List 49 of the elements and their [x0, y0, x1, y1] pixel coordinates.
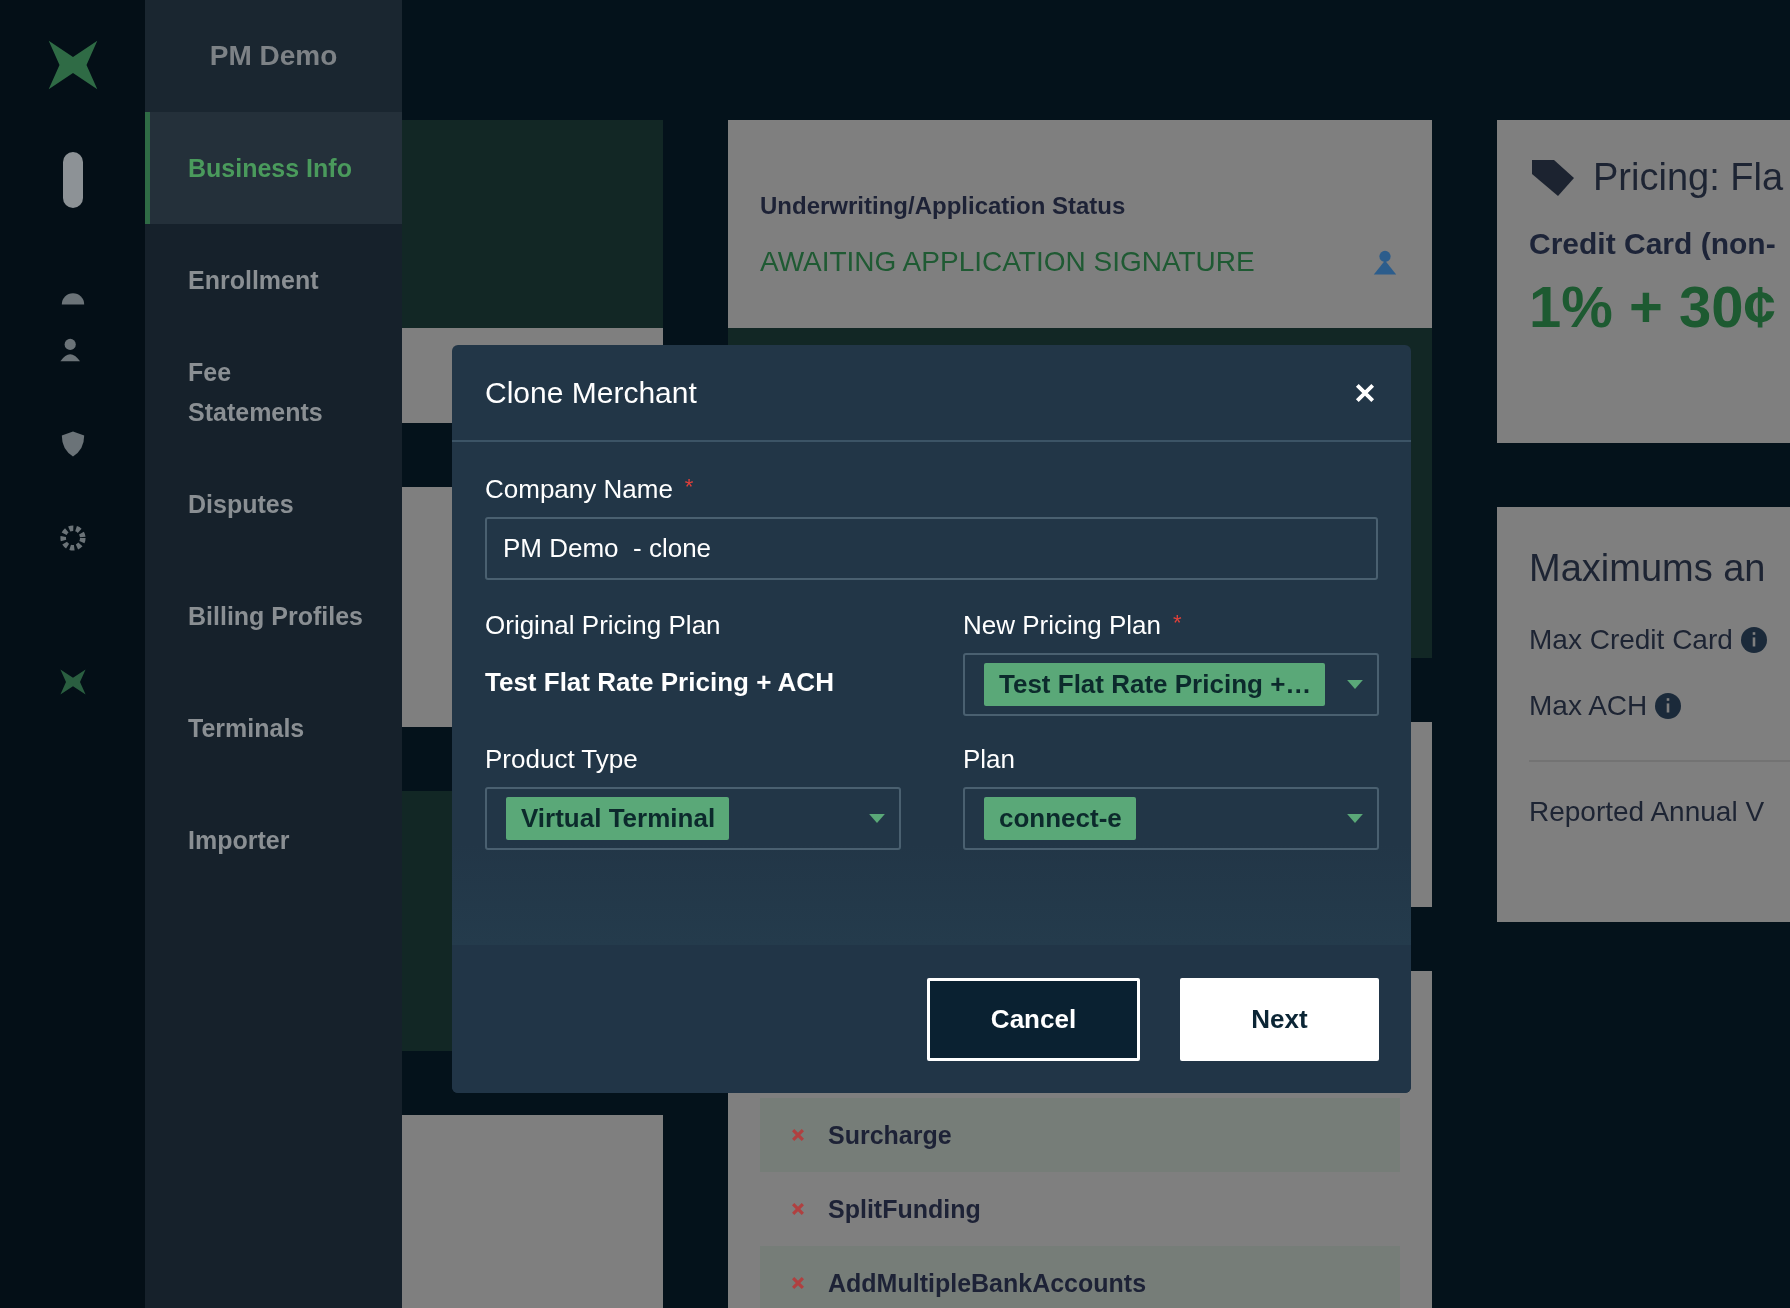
- feature-name: AddMultipleBankAccounts: [828, 1268, 1147, 1298]
- selected-chip: Test Flat Rate Pricing +…: [984, 663, 1326, 706]
- feature-name: SplitFunding: [828, 1194, 981, 1224]
- sidebar-item[interactable]: Terminals: [145, 672, 402, 784]
- limit-label: Max ACH: [1529, 690, 1648, 722]
- field-label: New Pricing Plan: [963, 610, 1161, 641]
- selected-chip: connect-e: [984, 797, 1136, 840]
- caret-icon: [1347, 680, 1363, 689]
- field-label: Product Type: [485, 744, 638, 775]
- status-value: AWAITING APPLICATION SIGNATURE: [760, 246, 1255, 278]
- close-icon[interactable]: [1354, 381, 1376, 404]
- field-label: Plan: [963, 744, 1016, 775]
- info-icon[interactable]: [1740, 627, 1767, 653]
- product-type-select[interactable]: Virtual Terminal: [485, 787, 901, 850]
- caret-icon: [869, 814, 885, 823]
- pricing-plan-select[interactable]: Test Flat Rate Pricing +…: [963, 653, 1379, 716]
- sidebar-item[interactable]: Importer: [145, 784, 402, 896]
- sidebar-item[interactable]: Disputes: [145, 448, 402, 560]
- feature-name: Surcharge: [828, 1120, 952, 1150]
- selected-chip: Virtual Terminal: [506, 797, 730, 840]
- original-plan-value: Test Flat Rate Pricing + ACH: [485, 667, 835, 698]
- limits-footer: Reported Annual V: [1529, 760, 1790, 828]
- toggle-icon[interactable]: [62, 152, 83, 208]
- pricing-title: Pricing: Fla: [1593, 156, 1784, 199]
- sidebar-item[interactable]: Billing Profiles: [145, 560, 402, 672]
- next-button[interactable]: Next: [1180, 977, 1379, 1061]
- merchant-name: PM Demo: [145, 0, 402, 112]
- required-mark: *: [684, 474, 694, 500]
- pricing-subtitle: Credit Card (non-: [1529, 227, 1777, 261]
- field-label: Company Name: [485, 474, 673, 505]
- cross-icon: [792, 1129, 804, 1141]
- pricing-rate: 1% + 30¢: [1529, 273, 1777, 340]
- sidebar-item[interactable]: Business Info: [145, 112, 402, 224]
- sidebar-item[interactable]: Fee Statements: [145, 336, 402, 448]
- plan-select[interactable]: connect-e: [963, 787, 1379, 850]
- cross-icon: [792, 1203, 804, 1215]
- modal-title: Clone Merchant: [485, 375, 697, 410]
- required-mark: *: [1173, 610, 1182, 636]
- info-icon[interactable]: [1655, 693, 1682, 719]
- cancel-button[interactable]: Cancel: [927, 977, 1140, 1061]
- company-name-field[interactable]: PM Demo - clone: [485, 517, 1378, 580]
- sidebar-item[interactable]: Enrollment: [145, 224, 402, 336]
- settings-icon[interactable]: [57, 524, 88, 552]
- limits-title: Maximums an: [1529, 547, 1767, 590]
- limit-label: Max Credit Card: [1529, 624, 1733, 656]
- field-label: Original Pricing Plan: [485, 610, 721, 641]
- caret-icon: [1347, 814, 1363, 823]
- cross-icon: [792, 1277, 804, 1289]
- status-label: Underwriting/Application Status: [760, 192, 1127, 220]
